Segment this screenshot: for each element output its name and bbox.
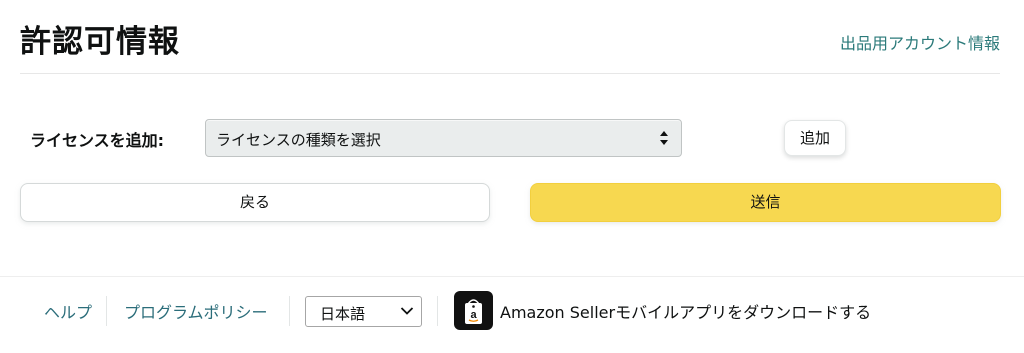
add-license-button[interactable]: 追加 bbox=[784, 120, 846, 156]
language-select[interactable]: 日本語 bbox=[305, 296, 422, 327]
download-seller-app-link[interactable]: Amazon Sellerモバイルアプリをダウンロードする bbox=[500, 299, 871, 323]
help-link[interactable]: ヘルプ bbox=[44, 299, 92, 323]
up-down-arrows-icon bbox=[660, 131, 668, 145]
language-select-value: 日本語 bbox=[320, 305, 366, 323]
page-title: 許認可情報 bbox=[20, 24, 180, 60]
program-policy-link[interactable]: プログラムポリシー bbox=[124, 299, 268, 323]
seller-account-info-link[interactable]: 出品用アカウント情報 bbox=[840, 30, 1000, 54]
footer-divider bbox=[0, 276, 1024, 277]
license-type-select[interactable]: ライセンスの種類を選択 bbox=[205, 119, 682, 157]
footer-separator bbox=[106, 296, 107, 326]
footer-separator bbox=[289, 296, 290, 326]
back-button[interactable]: 戻る bbox=[20, 183, 490, 222]
footer-separator bbox=[437, 296, 438, 326]
amazon-seller-app-icon[interactable]: a bbox=[454, 291, 493, 330]
svg-text:a: a bbox=[470, 309, 477, 321]
submit-button[interactable]: 送信 bbox=[530, 183, 1001, 222]
add-license-label: ライセンスを追加: bbox=[30, 131, 165, 150]
page: 許認可情報 出品用アカウント情報 ライセンスを追加: ライセンスの種類を選択 追… bbox=[0, 0, 1024, 353]
license-type-select-value: ライセンスの種類を選択 bbox=[216, 131, 381, 149]
chevron-down-icon bbox=[400, 307, 414, 315]
header-divider bbox=[20, 73, 1000, 74]
